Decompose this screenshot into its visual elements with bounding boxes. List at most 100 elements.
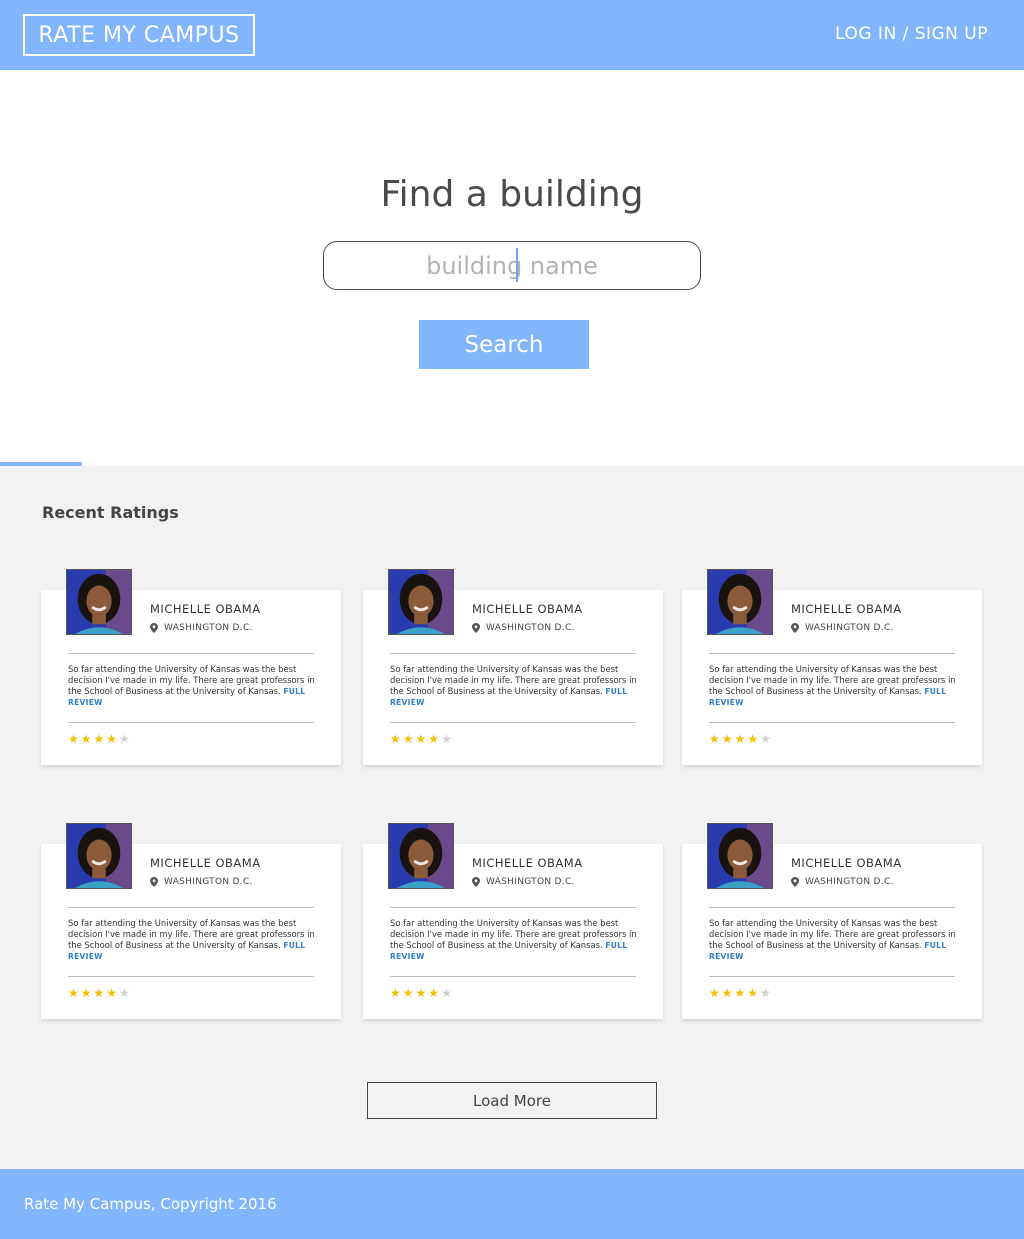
reviewer-location: WASHINGTON D.C. [472, 877, 575, 887]
review-text: So far attending the University of Kansa… [390, 918, 637, 950]
star-filled-icon: ★ [428, 986, 440, 1000]
site-header: RATE MY CAMPUS LOG IN / SIGN UP [0, 0, 1024, 70]
star-empty-icon: ★ [119, 732, 130, 746]
location-label: WASHINGTON D.C. [164, 877, 253, 887]
star-empty-icon: ★ [441, 986, 452, 1000]
page-title: Find a building [380, 174, 644, 215]
reviewer-name: MICHELLE OBAMA [472, 602, 583, 616]
star-rating: ★ ★ ★ ★ ★ [709, 733, 771, 745]
copyright-text: Rate My Campus, Copyright 2016 [24, 1195, 277, 1213]
reviewer-location: WASHINGTON D.C. [791, 623, 894, 633]
divider [709, 907, 955, 908]
divider [390, 976, 636, 977]
star-rating: ★ ★ ★ ★ ★ [68, 733, 130, 745]
rating-card: MICHELLE OBAMA WASHINGTON D.C. So far atte… [363, 569, 663, 765]
avatar [388, 823, 454, 889]
star-filled-icon: ★ [93, 986, 105, 1000]
star-filled-icon: ★ [68, 732, 79, 746]
review-excerpt: So far attending the University of Kansa… [68, 918, 316, 962]
divider [390, 653, 636, 654]
star-filled-icon: ★ [80, 986, 92, 1000]
star-filled-icon: ★ [402, 986, 414, 1000]
review-text: So far attending the University of Kansa… [68, 664, 315, 696]
reviewer-location: WASHINGTON D.C. [472, 623, 575, 633]
reviewer-name: MICHELLE OBAMA [791, 602, 902, 616]
review-excerpt: So far attending the University of Kansa… [390, 918, 638, 962]
star-filled-icon: ★ [428, 732, 440, 746]
location-label: WASHINGTON D.C. [486, 877, 575, 887]
star-filled-icon: ★ [721, 732, 733, 746]
location-pin-icon [791, 623, 799, 633]
divider [68, 976, 314, 977]
rating-card: MICHELLE OBAMA WASHINGTON D.C. So far atte… [41, 823, 341, 1019]
reviewer-name: MICHELLE OBAMA [150, 602, 261, 616]
search-button[interactable]: Search [419, 320, 589, 369]
review-excerpt: So far attending the University of Kansa… [709, 918, 957, 962]
divider [68, 907, 314, 908]
reviewer-location: WASHINGTON D.C. [791, 877, 894, 887]
star-filled-icon: ★ [402, 732, 414, 746]
star-empty-icon: ★ [441, 732, 452, 746]
review-text: So far attending the University of Kansa… [68, 918, 315, 950]
review-text: So far attending the University of Kansa… [709, 918, 956, 950]
star-filled-icon: ★ [747, 986, 759, 1000]
load-more-button[interactable]: Load More [367, 1082, 657, 1119]
star-filled-icon: ★ [390, 986, 401, 1000]
star-filled-icon: ★ [68, 986, 79, 1000]
recent-ratings-section: Recent Ratings MICHELLE OBAMA WASHINGTON … [0, 466, 1024, 1169]
star-filled-icon: ★ [415, 732, 427, 746]
rating-card: MICHELLE OBAMA WASHINGTON D.C. So far atte… [41, 569, 341, 765]
reviewer-location: WASHINGTON D.C. [150, 623, 253, 633]
divider [68, 653, 314, 654]
site-logo[interactable]: RATE MY CAMPUS [23, 14, 255, 56]
location-label: WASHINGTON D.C. [486, 623, 575, 633]
star-empty-icon: ★ [119, 986, 130, 1000]
location-pin-icon [150, 877, 158, 887]
divider [709, 722, 955, 723]
text-cursor [516, 248, 518, 282]
review-excerpt: So far attending the University of Kansa… [68, 664, 316, 708]
star-rating: ★ ★ ★ ★ ★ [390, 733, 452, 745]
review-text: So far attending the University of Kansa… [709, 664, 956, 696]
review-text: So far attending the University of Kansa… [390, 664, 637, 696]
reviewer-name: MICHELLE OBAMA [150, 856, 261, 870]
star-filled-icon: ★ [93, 732, 105, 746]
location-label: WASHINGTON D.C. [164, 623, 253, 633]
divider [709, 976, 955, 977]
divider [709, 653, 955, 654]
reviewer-name: MICHELLE OBAMA [472, 856, 583, 870]
star-filled-icon: ★ [106, 732, 118, 746]
rating-card: MICHELLE OBAMA WASHINGTON D.C. So far atte… [682, 823, 982, 1019]
review-excerpt: So far attending the University of Kansa… [390, 664, 638, 708]
avatar [707, 823, 773, 889]
star-filled-icon: ★ [390, 732, 401, 746]
location-pin-icon [472, 877, 480, 887]
reviewer-location: WASHINGTON D.C. [150, 877, 253, 887]
reviewer-name: MICHELLE OBAMA [791, 856, 902, 870]
login-signup-link[interactable]: LOG IN / SIGN UP [835, 24, 988, 44]
star-rating: ★ ★ ★ ★ ★ [709, 987, 771, 999]
star-filled-icon: ★ [747, 732, 759, 746]
avatar [66, 569, 132, 635]
rating-card: MICHELLE OBAMA WASHINGTON D.C. So far atte… [682, 569, 982, 765]
divider [390, 907, 636, 908]
building-search-input[interactable] [323, 241, 701, 290]
avatar [388, 569, 454, 635]
avatar [66, 823, 132, 889]
location-label: WASHINGTON D.C. [805, 623, 894, 633]
star-rating: ★ ★ ★ ★ ★ [68, 987, 130, 999]
avatar [707, 569, 773, 635]
star-filled-icon: ★ [734, 732, 746, 746]
star-filled-icon: ★ [734, 986, 746, 1000]
star-rating: ★ ★ ★ ★ ★ [390, 987, 452, 999]
location-label: WASHINGTON D.C. [805, 877, 894, 887]
divider [68, 722, 314, 723]
divider [390, 722, 636, 723]
star-empty-icon: ★ [760, 986, 771, 1000]
ratings-grid: MICHELLE OBAMA WASHINGTON D.C. So far atte… [0, 466, 1024, 1066]
star-filled-icon: ★ [709, 732, 720, 746]
star-filled-icon: ★ [709, 986, 720, 1000]
star-filled-icon: ★ [106, 986, 118, 1000]
star-filled-icon: ★ [721, 986, 733, 1000]
star-filled-icon: ★ [415, 986, 427, 1000]
